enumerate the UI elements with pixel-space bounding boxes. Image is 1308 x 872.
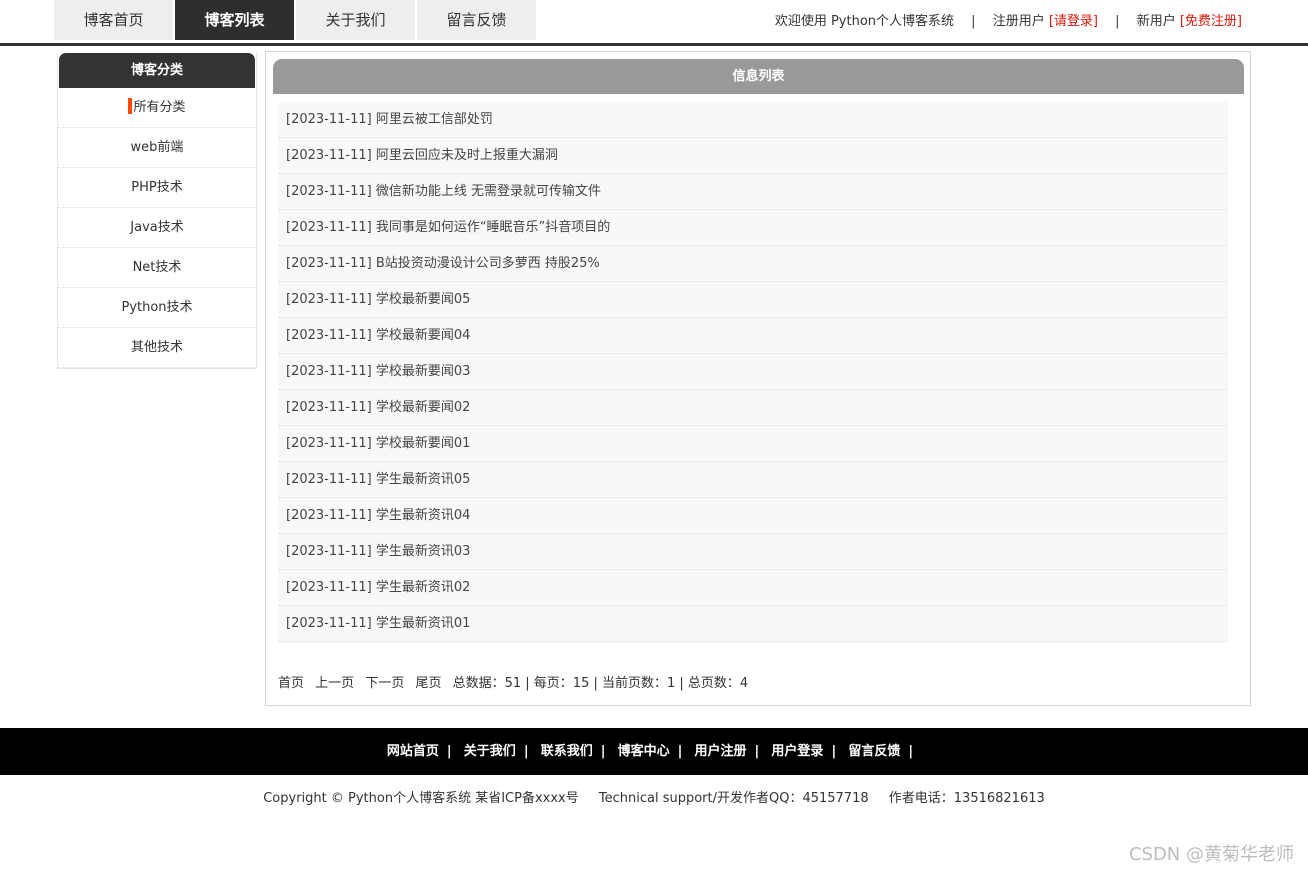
new-user-label: 新用户	[1136, 14, 1176, 29]
list-item[interactable]: [2023-11-11] 学生最新资讯05	[278, 462, 1228, 498]
nav-tab-feedback[interactable]: 留言反馈	[417, 0, 536, 40]
footer-separator: |	[600, 744, 606, 759]
sidebar-item-net[interactable]: Net技术	[58, 248, 256, 288]
pager-last-link[interactable]: 尾页	[415, 676, 441, 691]
list-item[interactable]: [2023-11-11] 学校最新要闻02	[278, 390, 1228, 426]
separator: |	[971, 14, 976, 29]
header: 博客首页 博客列表 关于我们 留言反馈 欢迎使用 Python个人博客系统 | …	[0, 0, 1308, 46]
list-item[interactable]: [2023-11-11] 学生最新资讯04	[278, 498, 1228, 534]
pager-prev-link[interactable]: 上一页	[315, 676, 354, 691]
list-item[interactable]: [2023-11-11] 学校最新要闻01	[278, 426, 1228, 462]
list-item[interactable]: [2023-11-11] 阿里云回应未及时上报重大漏洞	[278, 138, 1228, 174]
support-text: Technical support/开发作者QQ：45157718	[598, 791, 869, 806]
registered-user-label: 注册用户	[992, 14, 1045, 29]
footer-link-blog-center[interactable]: 博客中心	[618, 744, 670, 759]
list-item[interactable]: [2023-11-11] 学校最新要闻04	[278, 318, 1228, 354]
sidebar-item-label: PHP技术	[131, 180, 183, 195]
footer-separator: |	[908, 744, 914, 759]
sidebar-item-all[interactable]: 所有分类	[58, 88, 256, 128]
nav-tab-blog-list[interactable]: 博客列表	[175, 0, 294, 40]
list-item[interactable]: [2023-11-11] 微信新功能上线 无需登录就可传输文件	[278, 174, 1228, 210]
footer-separator: |	[831, 744, 837, 759]
footer-link-feedback[interactable]: 留言反馈	[848, 744, 900, 759]
register-link[interactable]: [免费注册]	[1180, 14, 1242, 29]
nav-tab-home[interactable]: 博客首页	[54, 0, 173, 40]
watermark: CSDN @黄菊华老师	[1128, 844, 1294, 865]
list-item[interactable]: [2023-11-11] B站投资动漫设计公司多萝西 持股25%	[278, 246, 1228, 282]
pager-summary: 总数据：51 | 每页：15 | 当前页数：1 | 总页数：4	[452, 676, 749, 691]
footer-nav: 网站首页 | 关于我们 | 联系我们 | 博客中心 | 用户注册 | 用户登录 | 留言反馈…	[0, 728, 1308, 775]
sidebar-item-label: Net技术	[132, 260, 182, 275]
footer-separator: |	[677, 744, 683, 759]
pager-first-link[interactable]: 首页	[278, 676, 304, 691]
list-item[interactable]: [2023-11-11] 学校最新要闻03	[278, 354, 1228, 390]
sidebar-item-python[interactable]: Python技术	[58, 288, 256, 328]
login-link[interactable]: [请登录]	[1049, 14, 1098, 29]
user-bar: 欢迎使用 Python个人博客系统 | 注册用户 [请登录] | 新用户 [免费…	[775, 0, 1242, 44]
nav-tab-about[interactable]: 关于我们	[296, 0, 415, 40]
main-nav: 博客首页 博客列表 关于我们 留言反馈	[54, 0, 538, 40]
sidebar-item-label: Python技术	[121, 300, 193, 315]
separator: |	[1115, 14, 1120, 29]
sidebar-item-label: web前端	[130, 140, 184, 155]
footer-link-contact[interactable]: 联系我们	[541, 744, 593, 759]
footer-link-register[interactable]: 用户注册	[695, 744, 747, 759]
sidebar-item-label: 所有分类	[133, 100, 186, 115]
panel-title: 信息列表	[273, 59, 1244, 94]
sidebar-item-php[interactable]: PHP技术	[58, 168, 256, 208]
category-sidebar: 博客分类 所有分类 web前端 PHP技术 Java技术 Net技术 Pytho…	[57, 53, 257, 369]
active-marker	[128, 98, 133, 114]
pager-next-link[interactable]: 下一页	[365, 676, 404, 691]
copyright-text: Copyright © Python个人博客系统 某省ICP备xxxx号	[263, 791, 579, 806]
footer-link-login[interactable]: 用户登录	[771, 744, 823, 759]
footer-separator: |	[523, 744, 529, 759]
sidebar-item-java[interactable]: Java技术	[58, 208, 256, 248]
footer-separator: |	[754, 744, 760, 759]
sidebar-item-web[interactable]: web前端	[58, 128, 256, 168]
footer-link-about[interactable]: 关于我们	[464, 744, 516, 759]
list-item[interactable]: [2023-11-11] 学生最新资讯02	[278, 570, 1228, 606]
welcome-text: 欢迎使用 Python个人博客系统	[774, 14, 955, 29]
phone-text: 作者电话：13516821613	[888, 791, 1045, 806]
article-list: [2023-11-11] 阿里云被工信部处罚 [2023-11-11] 阿里云回…	[278, 102, 1228, 642]
list-item[interactable]: [2023-11-11] 我同事是如何运作“睡眠音乐”抖音项目的	[278, 210, 1228, 246]
list-item[interactable]: [2023-11-11] 学生最新资讯03	[278, 534, 1228, 570]
sidebar-title: 博客分类	[59, 53, 255, 88]
category-list: 所有分类 web前端 PHP技术 Java技术 Net技术 Python技术 其…	[58, 88, 256, 368]
copyright-line: Copyright © Python个人博客系统 某省ICP备xxxx号 Tec…	[0, 787, 1308, 806]
footer-link-home[interactable]: 网站首页	[387, 744, 439, 759]
main-panel: 信息列表 [2023-11-11] 阿里云被工信部处罚 [2023-11-11]…	[265, 51, 1251, 706]
sidebar-item-label: 其他技术	[130, 340, 183, 355]
footer-separator: |	[446, 744, 452, 759]
list-item[interactable]: [2023-11-11] 学校最新要闻05	[278, 282, 1228, 318]
list-item[interactable]: [2023-11-11] 学生最新资讯01	[278, 606, 1228, 642]
sidebar-item-other[interactable]: 其他技术	[58, 328, 256, 368]
list-item[interactable]: [2023-11-11] 阿里云被工信部处罚	[278, 102, 1228, 138]
sidebar-item-label: Java技术	[130, 220, 184, 235]
pagination: 首页 上一页 下一页 尾页 总数据：51 | 每页：15 | 当前页数：1 | …	[278, 672, 748, 691]
